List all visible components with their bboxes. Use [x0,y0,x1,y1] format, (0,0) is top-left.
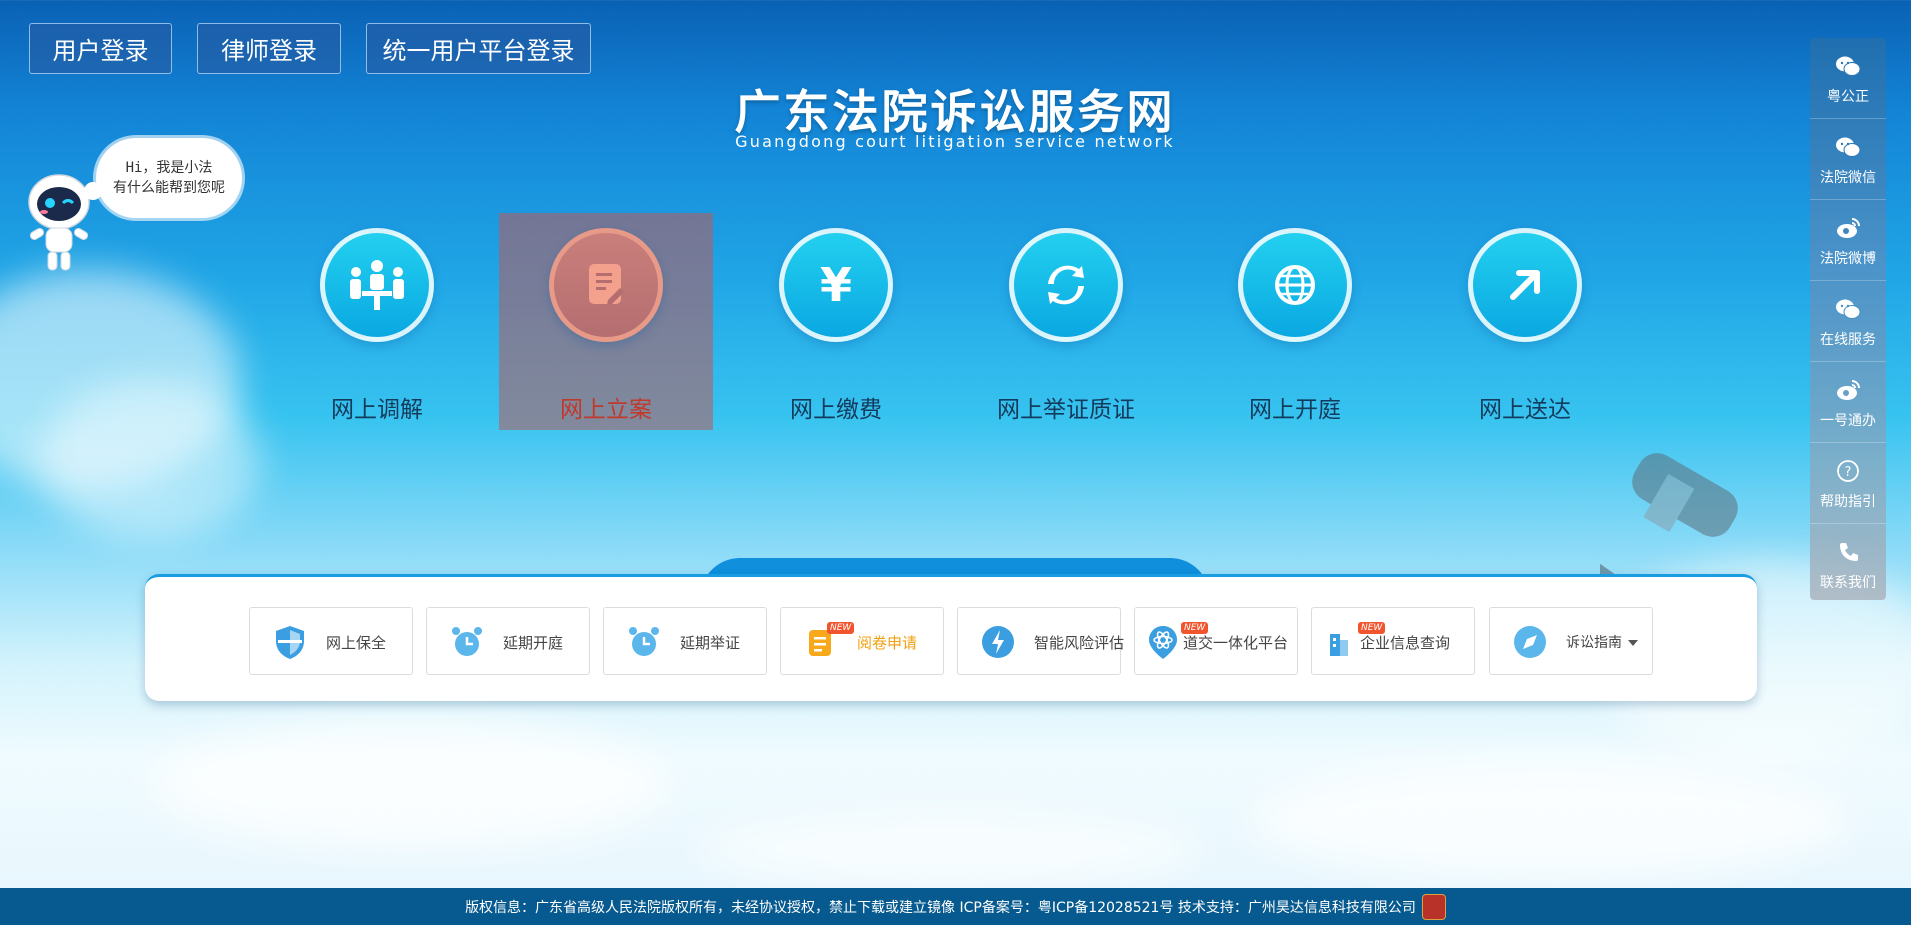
svg-text:?: ? [1845,465,1852,480]
weibo-icon [1837,218,1860,238]
service-label: 网上缴费 [790,397,882,423]
yuan-icon: ¥ [819,258,852,312]
wechat-icon [1836,137,1861,157]
building-icon [1330,634,1348,656]
new-badge: NEW [827,622,855,634]
assistant-greeting: Hi，我是小法 [125,160,213,176]
service-label: 网上开庭 [1249,397,1341,423]
atom-pin-icon [1149,626,1177,659]
tool-label: 道交一体化平台 [1183,634,1289,652]
sidebar-item-online-service[interactable]: 在线服务 [1810,281,1886,362]
tool-label: 延期开庭 [503,634,564,652]
meeting-icon [350,260,404,310]
service-label: 网上立案 [560,397,652,423]
wechat-icon [1836,56,1861,76]
sidebar-item-court-wechat[interactable]: 法院微信 [1810,119,1886,200]
service-online-payment[interactable]: ¥ 网上缴费 [729,213,943,430]
tool-risk-assessment[interactable]: 智能风险评估 [957,607,1125,675]
arrow-up-right-icon [1510,270,1540,300]
alarm-clock-icon [452,627,482,656]
sidebar-label: 粤公正 [1827,89,1869,105]
cloud-decoration [150,720,670,850]
document-edit-icon [589,264,624,305]
footer: 版权信息：广东省高级人民法院版权所有，未经协议授权，禁止下载或建立镜像 ICP备… [0,888,1911,925]
help-icon: ? [1837,460,1859,482]
tool-label: 诉讼指南 [1566,635,1622,651]
service-icon-ring: ¥ [779,228,893,342]
tool-delay-evidence[interactable]: 延期举证 [603,607,767,675]
cloud-decoration [1250,760,1850,880]
tool-file-review[interactable]: NEW 阅卷申请 [780,607,944,675]
service-label: 网上举证质证 [997,397,1135,423]
service-label: 网上调解 [331,397,423,423]
tool-traffic-platform[interactable]: NEW 道交一体化平台 [1134,607,1298,675]
sidebar-label: 法院微信 [1820,170,1876,186]
globe-icon [1275,265,1315,305]
sidebar-label: 一号通办 [1820,413,1876,429]
tool-label: 企业信息查询 [1360,634,1451,652]
sidebar-label: 法院微博 [1820,251,1876,267]
lawyer-login-button[interactable]: 律师登录 [197,23,341,74]
tool-label: 智能风险评估 [1034,634,1125,652]
sidebar-label: 在线服务 [1820,332,1876,348]
service-online-delivery[interactable]: 网上送达 [1418,213,1632,430]
gov-badge-icon[interactable] [1421,893,1446,920]
tool-litigation-guide[interactable]: 诉讼指南 [1489,607,1653,675]
service-label: 网上送达 [1479,397,1571,423]
service-online-filing[interactable]: 网上立案 [499,213,713,430]
cloud-decoration [700,810,1200,890]
sidebar-item-one-stop[interactable]: 一号通办 [1810,362,1886,443]
service-online-mediation[interactable]: 网上调解 [270,213,484,430]
tool-company-query[interactable]: NEW 企业信息查询 [1311,607,1475,675]
weibo-icon [1837,380,1860,400]
chevron-down-icon [1628,640,1638,646]
site-subtitle: Guangdong court litigation service netwo… [735,132,1175,151]
service-icon-ring [549,228,663,342]
footer-copyright: 版权信息：广东省高级人民法院版权所有，未经协议授权，禁止下载或建立镜像 ICP备… [465,899,1416,916]
shield-icon [276,626,304,659]
service-online-court[interactable]: 网上开庭 [1188,213,1402,430]
sidebar-item-court-weibo[interactable]: 法院微博 [1810,200,1886,281]
service-online-evidence[interactable]: 网上举证质证 [959,213,1173,430]
phone-icon [1840,543,1858,561]
tool-label: 阅卷申请 [857,634,918,652]
alarm-clock-icon [629,627,659,656]
service-icon-ring [320,228,434,342]
cloud-decoration [40,380,260,540]
tool-label: 延期举证 [680,634,741,652]
wechat-icon [1836,299,1861,319]
tool-panel: 网上保全 延期开庭 延期举证 NEW 阅卷申请 智能风险评估 NEW 道交一体化… [145,574,1757,701]
sidebar-item-yuegongzheng[interactable]: 粤公正 [1810,38,1886,119]
sidebar-label: 帮助指引 [1820,494,1876,510]
tool-label: 网上保全 [326,634,387,652]
sidebar-label: 联系我们 [1820,575,1876,591]
right-sidebar: 粤公正 法院微信 法院微博 在线服务 一号通办 ? 帮助指引 联系我们 [1810,38,1886,600]
user-login-button[interactable]: 用户登录 [29,23,172,74]
sidebar-item-help[interactable]: ? 帮助指引 [1810,443,1886,524]
lightning-icon [982,626,1014,658]
assistant-speech-bubble[interactable]: Hi，我是小法 有什么能帮到您呢 [84,138,242,218]
service-icon-ring [1009,228,1123,342]
tool-online-preservation[interactable]: 网上保全 [249,607,413,675]
service-icon-ring [1238,228,1352,342]
tool-delay-hearing[interactable]: 延期开庭 [426,607,590,675]
compass-icon [1514,626,1546,658]
exchange-icon [1048,265,1084,305]
sidebar-item-contact[interactable]: 联系我们 [1810,524,1886,605]
unified-login-button[interactable]: 统一用户平台登录 [366,23,591,74]
service-icon-ring [1468,228,1582,342]
assistant-question: 有什么能帮到您呢 [113,180,225,196]
